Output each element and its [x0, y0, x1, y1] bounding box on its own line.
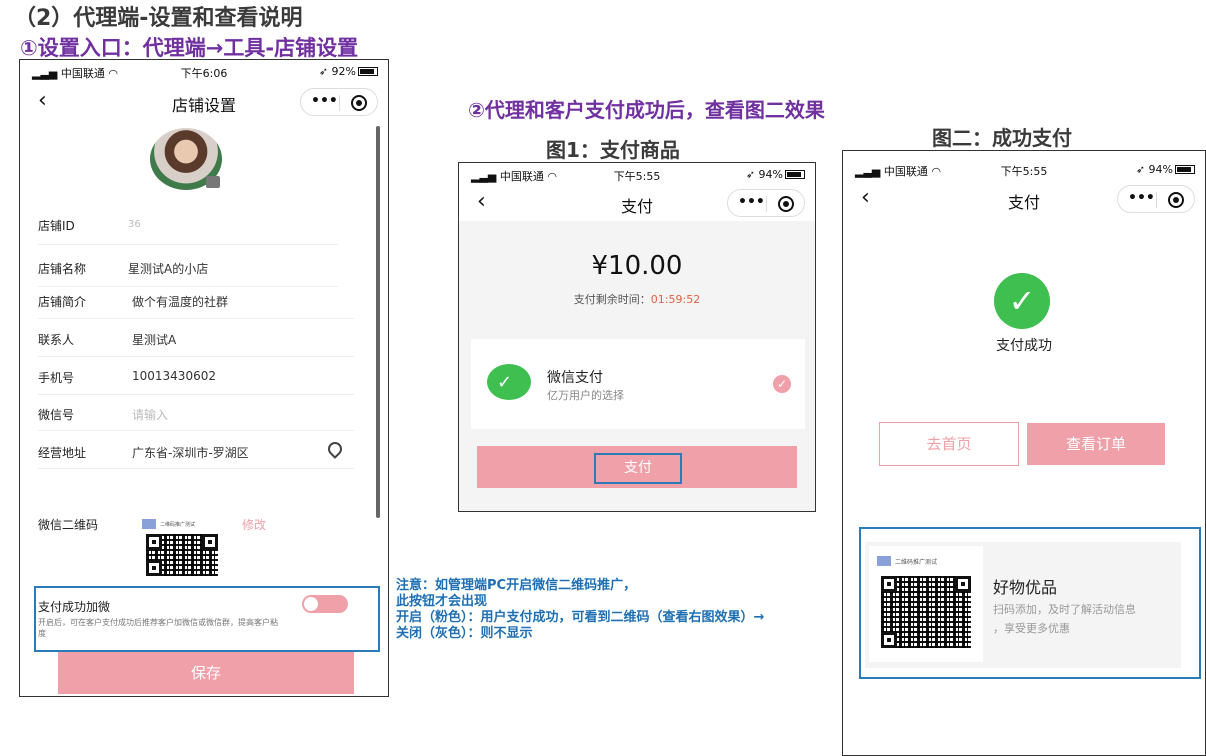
field-value-contact[interactable]: 星测试A — [132, 331, 176, 348]
method-name: 微信支付 — [547, 370, 603, 386]
go-home-button[interactable]: 去首页 — [879, 422, 1019, 466]
field-input-wechat[interactable]: 请输入 — [132, 406, 168, 423]
phone-payment: ▂▃▅ 中国联通 ◠ 下午5:55 ➶ 94% ‹ 支付 ••• ¥10.00 … — [458, 162, 816, 512]
success-text: 支付成功 — [996, 338, 1052, 354]
qr-thumb-icon — [142, 519, 156, 529]
step1-heading: ①设置入口：代理端→工具-店铺设置 — [20, 36, 359, 60]
field-label-store-name: 店铺名称 — [38, 262, 87, 276]
qr-edit-link[interactable]: 修改 — [242, 516, 266, 533]
note-text: 注意：如管理端PC开启微信二维码推广， 此按钮才会出现 开启（粉色）：用户支付成… — [396, 578, 765, 641]
nav-bar: ‹ 支付 ••• — [459, 183, 815, 223]
battery-icon — [1175, 165, 1195, 174]
close-target-icon[interactable] — [1168, 192, 1184, 208]
main-heading: （2）代理端-设置和查看说明 — [14, 6, 303, 31]
mini-program-capsule[interactable]: ••• — [300, 88, 378, 116]
status-bar: ▂▃▅ 中国联通 ◠ 下午5:55 ➶ 94% — [843, 160, 1205, 178]
fig1-heading: 图1：支付商品 — [546, 138, 680, 162]
qr-code-image — [146, 534, 218, 576]
field-label-store-id: 店铺ID — [38, 219, 75, 233]
close-target-icon[interactable] — [778, 196, 794, 212]
field-label-store-intro: 店铺简介 — [38, 295, 87, 309]
location-icon: ➶ — [745, 168, 756, 181]
qr-label: 微信二维码 — [38, 518, 99, 532]
mini-program-capsule[interactable]: ••• — [1117, 185, 1195, 213]
mini-program-capsule[interactable]: ••• — [727, 189, 805, 217]
selected-check-icon[interactable]: ✓ — [773, 375, 791, 393]
phone-payment-success: ▂▃▅ 中国联通 ◠ 下午5:55 ➶ 94% ‹ 支付 ••• ✓ 支付成功 … — [842, 150, 1206, 756]
method-desc: 亿万用户的选择 — [547, 389, 624, 402]
location-pin-icon[interactable] — [325, 439, 345, 459]
fig2-heading: 图二：成功支付 — [932, 126, 1072, 150]
qr-thumb-icon — [877, 556, 891, 566]
status-bar: ▂▃▅ 中国联通 ◠ 下午5:55 ➶ 94% — [459, 165, 815, 183]
status-bar: ▂▃▅ 中国联通 ◠ 下午6:06 ➶ 92% — [20, 62, 388, 80]
close-target-icon[interactable] — [351, 95, 367, 111]
phone-store-settings: ▂▃▅ 中国联通 ◠ 下午6:06 ➶ 92% ‹ 店铺设置 ••• 店铺ID … — [19, 59, 389, 697]
scrollbar[interactable] — [376, 126, 380, 518]
field-value-phone[interactable]: 10013430602 — [132, 369, 216, 383]
avatar[interactable] — [150, 128, 222, 190]
field-value-store-intro[interactable]: 做个有温度的社群 — [132, 293, 228, 310]
qr-mini-title: 二维码推广测试 — [160, 522, 196, 528]
step2-heading: ②代理和客户支付成功后，查看图二效果 — [468, 98, 825, 122]
view-order-button[interactable]: 查看订单 — [1027, 423, 1165, 465]
promo-qr-code — [881, 576, 971, 648]
more-icon[interactable]: ••• — [311, 93, 338, 109]
more-icon[interactable]: ••• — [1128, 190, 1155, 206]
payment-amount: ¥10.00 — [591, 251, 683, 281]
location-icon: ➶ — [1135, 163, 1146, 176]
field-label-address: 经营地址 — [38, 446, 87, 460]
battery-icon — [785, 170, 805, 179]
promo-qr-panel: 二维码推广测试 — [869, 546, 983, 662]
nav-bar: ‹ 店铺设置 ••• — [20, 82, 388, 122]
pay-button-area[interactable]: 支付 — [477, 446, 797, 488]
pay-button[interactable]: 支付 — [594, 453, 682, 484]
promo-title: 好物优品 — [993, 578, 1058, 597]
highlight-box-toggle — [34, 586, 380, 652]
battery-icon — [358, 67, 378, 76]
field-label-phone: 手机号 — [38, 371, 75, 385]
field-label-contact: 联系人 — [38, 333, 75, 347]
promo-desc-line2: ，享受更多优惠 — [993, 622, 1070, 635]
field-value-store-name[interactable]: 星测试A的小店 — [128, 260, 208, 277]
field-value-address[interactable]: 广东省-深圳市-罗湖区 — [132, 444, 249, 461]
field-value-store-id: 36 — [128, 219, 141, 230]
promo-mini-title: 二维码推广测试 — [895, 559, 938, 566]
success-check-icon: ✓ — [994, 273, 1050, 329]
save-button[interactable]: 保存 — [58, 652, 354, 694]
camera-icon[interactable] — [206, 176, 220, 188]
wechat-pay-icon: ✓ — [487, 364, 531, 400]
field-label-wechat: 微信号 — [38, 408, 75, 422]
promo-desc-line1: 扫码添加，及时了解活动信息 — [993, 603, 1136, 616]
payment-method-card[interactable]: ✓ 微信支付 亿万用户的选择 ✓ — [471, 339, 805, 429]
location-icon: ➶ — [318, 65, 329, 78]
promo-card[interactable]: 二维码推广测试 好物优品 扫码添加，及时了解活动信息 ，享受更多优惠 — [865, 542, 1181, 668]
payment-timer: 支付剩余时间：01:59:52 — [573, 293, 701, 306]
more-icon[interactable]: ••• — [738, 194, 765, 210]
nav-bar: ‹ 支付 ••• — [843, 179, 1205, 219]
